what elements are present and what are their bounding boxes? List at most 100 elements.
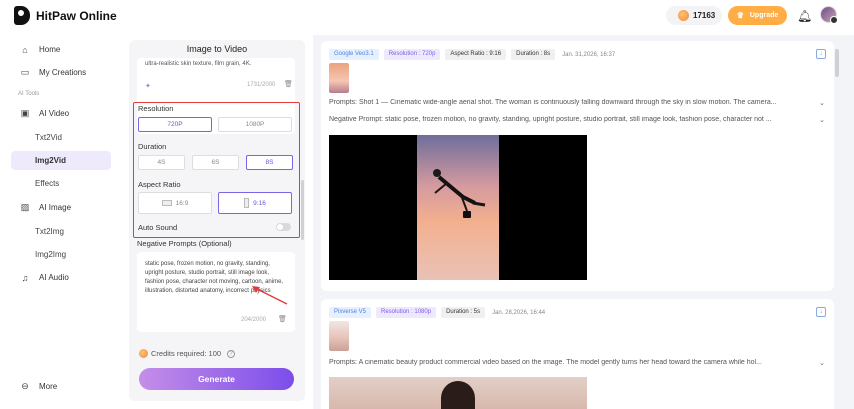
sidebar-item-label: My Creations xyxy=(39,68,87,77)
avatar[interactable] xyxy=(820,6,838,24)
chevron-down-icon[interactable]: ⌄ xyxy=(819,359,825,367)
sidebar-item-home[interactable]: ⌂ Home xyxy=(11,40,111,59)
model-tag: Pixverse V5 xyxy=(329,307,372,318)
credits-required-text: Credits required: 100 xyxy=(151,349,222,358)
chevron-down-icon[interactable]: ⌄ xyxy=(819,116,825,124)
auto-sound-label: Auto Sound xyxy=(138,223,178,232)
resolution-option-720p[interactable]: 720P xyxy=(138,117,212,132)
annotation-arrow xyxy=(252,286,288,305)
image-icon: ▨ xyxy=(20,202,30,212)
aspect-option-label: 9:16 xyxy=(253,199,266,207)
source-image-thumbnail[interactable] xyxy=(329,321,349,351)
created-datetime: Jan. 31,2026, 16:37 xyxy=(562,51,616,58)
duration-tag: Duration : 5s xyxy=(441,307,486,318)
prompt-line: Prompts: Shot 1 — Cinematic wide-angle a… xyxy=(329,99,777,106)
source-image-thumbnail[interactable] xyxy=(329,63,349,93)
video-player[interactable] xyxy=(329,135,587,280)
prompt-text: ultra-realistic skin texture, film grain… xyxy=(145,61,252,67)
crown-icon: ♛ xyxy=(736,11,744,20)
sidebar-item-label: AI Video xyxy=(39,109,70,118)
card-tags: Google Veo3.1 Resolution : 720p Aspect R… xyxy=(329,49,615,60)
magic-wand-icon[interactable]: ✦ xyxy=(145,82,151,90)
video-icon: ▣ xyxy=(20,108,30,118)
sidebar-item-img2vid[interactable]: Img2Vid xyxy=(11,151,111,170)
video-player[interactable] xyxy=(329,377,587,409)
duration-option-6s[interactable]: 6S xyxy=(192,155,239,170)
result-card: Pixverse V5 Resolution : 1080p Duration … xyxy=(321,299,834,409)
aspect-tag: Aspect Ratio : 9:16 xyxy=(445,49,507,60)
prompt-char-count: 1731/2000 xyxy=(247,82,276,88)
sidebar-item-ai-audio[interactable]: ♫ AI Audio xyxy=(11,268,111,287)
aspect-option-label: 16:9 xyxy=(175,199,189,207)
model-tag: Google Veo3.1 xyxy=(329,49,379,60)
panel-title: Image to Video xyxy=(186,44,248,54)
sidebar-item-label: AI Audio xyxy=(39,273,69,282)
panel-scrollbar[interactable] xyxy=(301,180,304,240)
resolution-label: Resolution xyxy=(138,104,174,113)
sidebar-item-label: AI Image xyxy=(39,203,72,212)
aspect-option-9-16[interactable]: 9:16 xyxy=(218,192,292,214)
credits-required: Credits required: 100 ? xyxy=(139,349,236,358)
image-to-video-panel: Image to Video ultra-realistic skin text… xyxy=(129,40,305,401)
trash-icon[interactable]: 🗑︎ xyxy=(278,315,287,323)
result-card: Google Veo3.1 Resolution : 720p Aspect R… xyxy=(321,41,834,291)
hitpaw-logo-icon xyxy=(14,6,30,25)
negative-char-count: 204/2000 xyxy=(241,317,267,323)
sidebar-item-img2img[interactable]: Img2Img xyxy=(11,245,111,264)
resolution-tag: Resolution : 720p xyxy=(383,49,441,60)
landscape-ratio-icon xyxy=(161,200,172,206)
video-frame xyxy=(417,135,499,280)
settings-highlight-box: Resolution 720P 1080P Duration 4S 6S 8S … xyxy=(133,102,300,238)
resolution-option-1080p[interactable]: 1080P xyxy=(218,117,292,132)
music-note-icon: ♫ xyxy=(21,272,29,283)
aspect-ratio-label: Aspect Ratio xyxy=(138,180,181,189)
sidebar-item-ai-image[interactable]: ▨ AI Image xyxy=(11,198,111,217)
home-icon: ⌂ xyxy=(22,44,28,55)
help-icon[interactable]: ? xyxy=(227,349,236,358)
section-label-ai-tools: AI Tools xyxy=(18,91,40,97)
generate-button[interactable]: Generate xyxy=(139,368,294,390)
logo[interactable]: HitPaw Online xyxy=(14,6,117,25)
chevron-down-icon[interactable]: ⌄ xyxy=(819,99,825,107)
card-tags: Pixverse V5 Resolution : 1080p Duration … xyxy=(329,307,545,318)
sidebar-item-ai-video[interactable]: ▣ AI Video xyxy=(11,104,111,123)
sidebar-item-effects[interactable]: Effects xyxy=(11,174,111,193)
auto-sound-toggle[interactable] xyxy=(276,223,291,231)
download-icon[interactable]: ↓ xyxy=(816,307,826,317)
results-area: Google Veo3.1 Resolution : 720p Aspect R… xyxy=(313,35,854,409)
coin-icon xyxy=(139,349,148,358)
bell-icon[interactable]: 🔔︎ xyxy=(797,9,812,23)
trash-icon[interactable]: 🗑︎ xyxy=(284,80,293,88)
credits-balance[interactable]: 17163 xyxy=(666,6,722,25)
app-title: HitPaw Online xyxy=(36,8,117,23)
negative-prompt-line: Negative Prompt: static pose, frozen mot… xyxy=(329,116,772,123)
sidebar-item-label: Home xyxy=(39,45,61,54)
prompt-line: Prompts: A cinematic beauty product comm… xyxy=(329,359,762,366)
portrait-ratio-icon xyxy=(244,198,250,208)
coin-icon xyxy=(678,10,689,21)
sidebar-item-label: More xyxy=(39,382,58,391)
resolution-tag: Resolution : 1080p xyxy=(376,307,437,318)
created-datetime: Jan. 28,2026, 16:44 xyxy=(492,309,546,316)
credits-count: 17163 xyxy=(693,11,716,20)
duration-option-4s[interactable]: 4S xyxy=(138,155,185,170)
aspect-option-16-9[interactable]: 16:9 xyxy=(138,192,212,214)
falling-woman-figure xyxy=(433,169,486,218)
sidebar: ⌂ Home ▭ My Creations AI Tools ▣ AI Vide… xyxy=(0,32,122,409)
folder-icon: ▭ xyxy=(20,67,30,77)
results-scrollbar[interactable] xyxy=(835,49,839,77)
duration-label: Duration xyxy=(138,142,167,151)
negative-prompts-label: Negative Prompts (Optional) xyxy=(137,239,232,248)
sidebar-item-txt2img[interactable]: Txt2Img xyxy=(11,222,111,241)
model-head-figure xyxy=(441,381,475,409)
duration-option-8s[interactable]: 8S xyxy=(246,155,293,170)
more-circle-icon: ⊖ xyxy=(21,381,29,391)
sidebar-item-my-creations[interactable]: ▭ My Creations xyxy=(11,63,111,82)
sidebar-item-more[interactable]: ⊖ More xyxy=(11,377,111,396)
download-icon[interactable]: ↓ xyxy=(816,49,826,59)
upgrade-button[interactable]: ♛ Upgrade xyxy=(728,6,787,25)
top-bar: HitPaw Online 17163 ♛ Upgrade 🔔︎ xyxy=(0,0,854,32)
duration-tag: Duration : 8s xyxy=(511,49,556,60)
upgrade-label: Upgrade xyxy=(749,12,779,19)
sidebar-item-txt2vid[interactable]: Txt2Vid xyxy=(11,128,111,147)
